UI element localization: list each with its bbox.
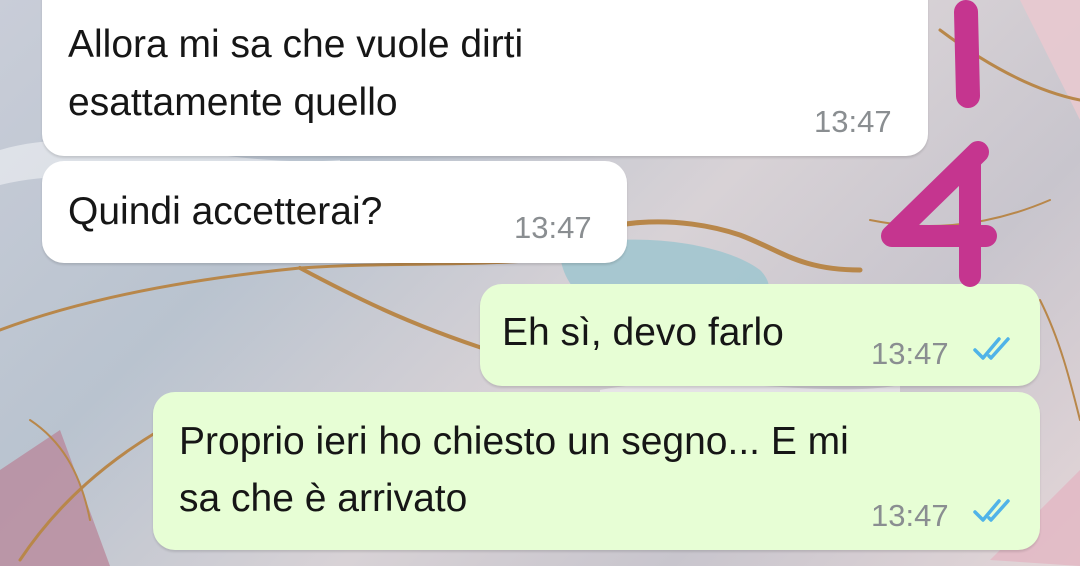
incoming-message-bubble[interactable]: Allora mi sa che vuole dirti esattamente… [42,0,928,156]
message-text-line: Quindi accetterai? [68,190,383,233]
message-text-line: Eh sì, devo farlo [502,311,784,354]
message-timestamp: 13:47 [514,210,592,245]
outgoing-message-bubble[interactable]: Eh sì, devo farlo 13:47 [480,284,1040,386]
message-text-line: esattamente quello [68,81,398,124]
message-timestamp: 13:47 [871,498,949,533]
double-check-icon [973,337,1010,360]
message-text-line: sa che è arrivato [179,477,468,520]
incoming-message-bubble[interactable]: Quindi accetterai? 13:47 [42,161,627,263]
outgoing-message-bubble[interactable]: Proprio ieri ho chiesto un segno... E mi… [153,392,1040,550]
double-check-icon [973,499,1010,522]
message-text-line: Proprio ieri ho chiesto un segno... E mi [179,420,849,463]
handwritten-number-annotation [881,0,997,287]
message-text-line: Allora mi sa che vuole dirti [68,23,524,66]
message-timestamp: 13:47 [871,336,949,371]
